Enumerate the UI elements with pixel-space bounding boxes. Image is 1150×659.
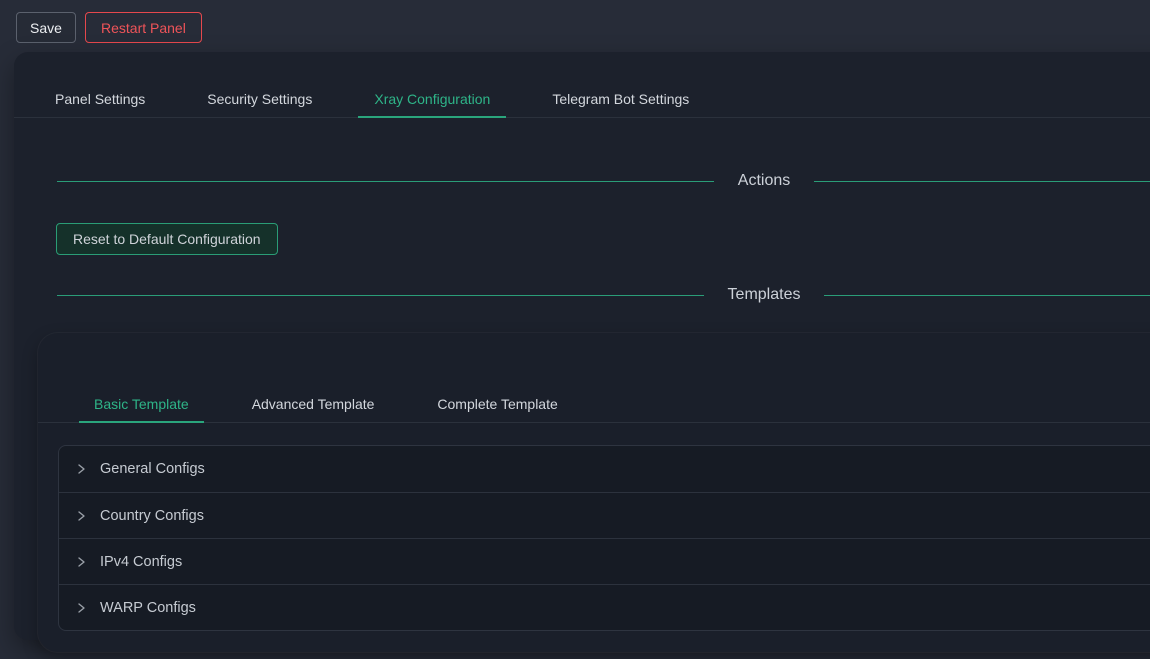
accordion-item-label: IPv4 Configs [100, 554, 182, 570]
chevron-right-icon [74, 601, 88, 615]
tab-basic-template[interactable]: Basic Template [79, 385, 204, 423]
tab-xray-configuration[interactable]: Xray Configuration [358, 80, 506, 118]
chevron-right-icon [74, 555, 88, 569]
templates-divider: Templates [57, 286, 1150, 304]
accordion-item-ipv4-configs[interactable]: IPv4 Configs [59, 538, 1150, 584]
tab-advanced-template[interactable]: Advanced Template [237, 385, 390, 423]
tab-panel-settings[interactable]: Panel Settings [39, 80, 161, 118]
chevron-right-icon [74, 462, 88, 476]
divider-line-left [57, 295, 704, 296]
top-action-bar: Save Restart Panel [0, 0, 1150, 52]
template-tabs: Basic Template Advanced Template Complet… [38, 333, 1150, 423]
accordion-item-warp-configs[interactable]: WARP Configs [59, 584, 1150, 630]
reset-to-default-button[interactable]: Reset to Default Configuration [56, 223, 278, 255]
tab-telegram-bot-settings[interactable]: Telegram Bot Settings [536, 80, 705, 118]
chevron-right-icon [74, 509, 88, 523]
accordion-item-label: General Configs [100, 461, 205, 477]
actions-divider-label: Actions [738, 172, 790, 190]
divider-line-right [824, 295, 1150, 296]
settings-tabs: Panel Settings Security Settings Xray Co… [14, 52, 1150, 118]
accordion-item-label: Country Configs [100, 508, 204, 524]
settings-card: Panel Settings Security Settings Xray Co… [14, 52, 1150, 640]
restart-panel-button[interactable]: Restart Panel [85, 12, 202, 43]
divider-line-left [57, 181, 714, 182]
templates-divider-label: Templates [728, 286, 801, 304]
actions-divider: Actions [57, 172, 1150, 190]
accordion-item-label: WARP Configs [100, 600, 196, 616]
tab-complete-template[interactable]: Complete Template [422, 385, 572, 423]
accordion-item-general-configs[interactable]: General Configs [59, 446, 1150, 492]
divider-line-right [814, 181, 1150, 182]
tab-security-settings[interactable]: Security Settings [191, 80, 328, 118]
configs-accordion: General Configs Country Configs IPv4 Con… [58, 445, 1150, 631]
templates-card: Basic Template Advanced Template Complet… [38, 333, 1150, 652]
save-button[interactable]: Save [16, 12, 76, 43]
accordion-item-country-configs[interactable]: Country Configs [59, 492, 1150, 538]
